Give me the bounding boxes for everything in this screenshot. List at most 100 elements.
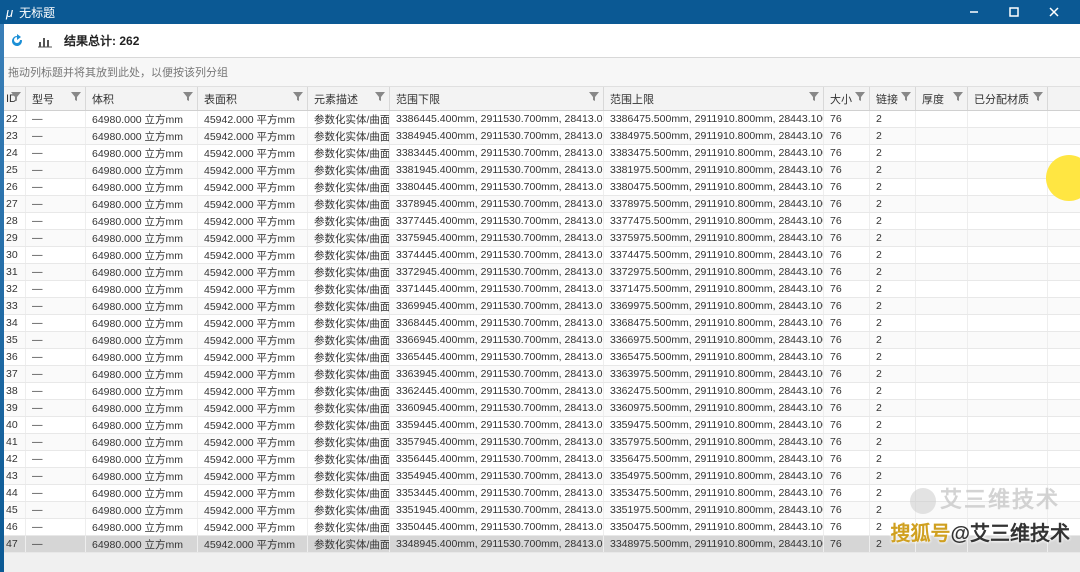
cell-volume: 64980.000 立方mm xyxy=(86,179,198,195)
table-row[interactable]: 27—64980.000 立方mm45942.000 平方mm参数化实体/曲面3… xyxy=(0,196,1080,213)
table-row[interactable]: 30—64980.000 立方mm45942.000 平方mm参数化实体/曲面3… xyxy=(0,247,1080,264)
cell-size: 76 xyxy=(824,247,870,263)
table-row[interactable]: 28—64980.000 立方mm45942.000 平方mm参数化实体/曲面3… xyxy=(0,213,1080,230)
col-thickness[interactable]: 厚度 xyxy=(916,87,968,110)
cell-link: 2 xyxy=(870,111,916,127)
col-upper[interactable]: 范围上限 xyxy=(604,87,824,110)
filter-icon[interactable] xyxy=(1033,92,1043,102)
cell-model: — xyxy=(26,536,86,552)
cell-lower: 3366945.400mm, 2911530.700mm, 28413.000m… xyxy=(390,332,604,348)
cell-model: — xyxy=(26,196,86,212)
cell-link: 2 xyxy=(870,145,916,161)
filter-icon[interactable] xyxy=(855,92,865,102)
cell-link: 2 xyxy=(870,434,916,450)
cell-thickness xyxy=(916,298,968,314)
cell-upper: 3381975.500mm, 2911910.800mm, 28443.100m… xyxy=(604,162,824,178)
cell-model: — xyxy=(26,179,86,195)
cell-model: — xyxy=(26,519,86,535)
cell-material xyxy=(968,196,1048,212)
table-row[interactable]: 23—64980.000 立方mm45942.000 平方mm参数化实体/曲面3… xyxy=(0,128,1080,145)
table-row[interactable]: 29—64980.000 立方mm45942.000 平方mm参数化实体/曲面3… xyxy=(0,230,1080,247)
col-id[interactable]: ID xyxy=(0,87,26,110)
table-row[interactable]: 40—64980.000 立方mm45942.000 平方mm参数化实体/曲面3… xyxy=(0,417,1080,434)
col-element[interactable]: 元素描述 xyxy=(308,87,390,110)
cell-thickness xyxy=(916,349,968,365)
group-by-hint[interactable]: 拖动列标题并将其放到此处，以便按该列分组 xyxy=(0,58,1080,87)
filter-icon[interactable] xyxy=(183,92,193,102)
cell-volume: 64980.000 立方mm xyxy=(86,145,198,161)
cell-volume: 64980.000 立方mm xyxy=(86,400,198,416)
cell-material xyxy=(968,383,1048,399)
filter-icon[interactable] xyxy=(293,92,303,102)
cell-material xyxy=(968,145,1048,161)
cell-lower: 3354945.400mm, 2911530.700mm, 28413.000m… xyxy=(390,468,604,484)
cell-thickness xyxy=(916,434,968,450)
cell-model: — xyxy=(26,383,86,399)
table-row[interactable]: 34—64980.000 立方mm45942.000 平方mm参数化实体/曲面3… xyxy=(0,315,1080,332)
table-row[interactable]: 38—64980.000 立方mm45942.000 平方mm参数化实体/曲面3… xyxy=(0,383,1080,400)
cell-link: 2 xyxy=(870,162,916,178)
cell-volume: 64980.000 立方mm xyxy=(86,434,198,450)
refresh-button[interactable] xyxy=(8,32,26,50)
col-lower[interactable]: 范围下限 xyxy=(390,87,604,110)
col-link[interactable]: 链接 xyxy=(870,87,916,110)
cell-size: 76 xyxy=(824,400,870,416)
cell-lower: 3348945.400mm, 2911530.700mm, 28413.000m… xyxy=(390,536,604,552)
table-row[interactable]: 36—64980.000 立方mm45942.000 平方mm参数化实体/曲面3… xyxy=(0,349,1080,366)
col-size[interactable]: 大小 xyxy=(824,87,870,110)
table-row[interactable]: 42—64980.000 立方mm45942.000 平方mm参数化实体/曲面3… xyxy=(0,451,1080,468)
table-row[interactable]: 39—64980.000 立方mm45942.000 平方mm参数化实体/曲面3… xyxy=(0,400,1080,417)
cell-thickness xyxy=(916,213,968,229)
cell-model: — xyxy=(26,332,86,348)
cell-area: 45942.000 平方mm xyxy=(198,383,308,399)
cell-volume: 64980.000 立方mm xyxy=(86,247,198,263)
filter-icon[interactable] xyxy=(11,92,21,102)
cell-upper: 3374475.500mm, 2911910.800mm, 28443.100m… xyxy=(604,247,824,263)
table-row[interactable]: 24—64980.000 立方mm45942.000 平方mm参数化实体/曲面3… xyxy=(0,145,1080,162)
watermark-sohu: 搜狐号@艾三维技术 xyxy=(890,517,1070,546)
titlebar[interactable]: μ 无标题 xyxy=(0,0,1080,24)
cell-lower: 3363945.400mm, 2911530.700mm, 28413.000m… xyxy=(390,366,604,382)
table-row[interactable]: 33—64980.000 立方mm45942.000 平方mm参数化实体/曲面3… xyxy=(0,298,1080,315)
chart-button[interactable] xyxy=(36,32,54,50)
cell-volume: 64980.000 立方mm xyxy=(86,298,198,314)
cell-upper: 3383475.500mm, 2911910.800mm, 28443.100m… xyxy=(604,145,824,161)
cell-link: 2 xyxy=(870,451,916,467)
maximize-button[interactable] xyxy=(994,0,1034,24)
cell-material xyxy=(968,434,1048,450)
cell-thickness xyxy=(916,417,968,433)
table-row[interactable]: 31—64980.000 立方mm45942.000 平方mm参数化实体/曲面3… xyxy=(0,264,1080,281)
table-row[interactable]: 35—64980.000 立方mm45942.000 平方mm参数化实体/曲面3… xyxy=(0,332,1080,349)
cell-size: 76 xyxy=(824,383,870,399)
cell-upper: 3386475.500mm, 2911910.800mm, 28443.100m… xyxy=(604,111,824,127)
col-area[interactable]: 表面积 xyxy=(198,87,308,110)
cell-area: 45942.000 平方mm xyxy=(198,247,308,263)
col-model[interactable]: 型号 xyxy=(26,87,86,110)
cell-material xyxy=(968,111,1048,127)
table-row[interactable]: 25—64980.000 立方mm45942.000 平方mm参数化实体/曲面3… xyxy=(0,162,1080,179)
cell-area: 45942.000 平方mm xyxy=(198,536,308,552)
col-material[interactable]: 已分配材质 xyxy=(968,87,1048,110)
table-row[interactable]: 22—64980.000 立方mm45942.000 平方mm参数化实体/曲面3… xyxy=(0,111,1080,128)
close-button[interactable] xyxy=(1034,0,1074,24)
minimize-button[interactable] xyxy=(954,0,994,24)
cell-size: 76 xyxy=(824,332,870,348)
cell-model: — xyxy=(26,111,86,127)
filter-icon[interactable] xyxy=(809,92,819,102)
filter-icon[interactable] xyxy=(589,92,599,102)
filter-icon[interactable] xyxy=(71,92,81,102)
cell-thickness xyxy=(916,264,968,280)
table-row[interactable]: 26—64980.000 立方mm45942.000 平方mm参数化实体/曲面3… xyxy=(0,179,1080,196)
cell-volume: 64980.000 立方mm xyxy=(86,230,198,246)
filter-icon[interactable] xyxy=(901,92,911,102)
cell-upper: 3368475.500mm, 2911910.800mm, 28443.100m… xyxy=(604,315,824,331)
table-row[interactable]: 32—64980.000 立方mm45942.000 平方mm参数化实体/曲面3… xyxy=(0,281,1080,298)
table-row[interactable]: 37—64980.000 立方mm45942.000 平方mm参数化实体/曲面3… xyxy=(0,366,1080,383)
cell-lower: 3380445.400mm, 2911530.700mm, 28413.000m… xyxy=(390,179,604,195)
cell-upper: 3359475.500mm, 2911910.800mm, 28443.100m… xyxy=(604,417,824,433)
cell-area: 45942.000 平方mm xyxy=(198,145,308,161)
table-row[interactable]: 41—64980.000 立方mm45942.000 平方mm参数化实体/曲面3… xyxy=(0,434,1080,451)
filter-icon[interactable] xyxy=(953,92,963,102)
filter-icon[interactable] xyxy=(375,92,385,102)
col-volume[interactable]: 体积 xyxy=(86,87,198,110)
